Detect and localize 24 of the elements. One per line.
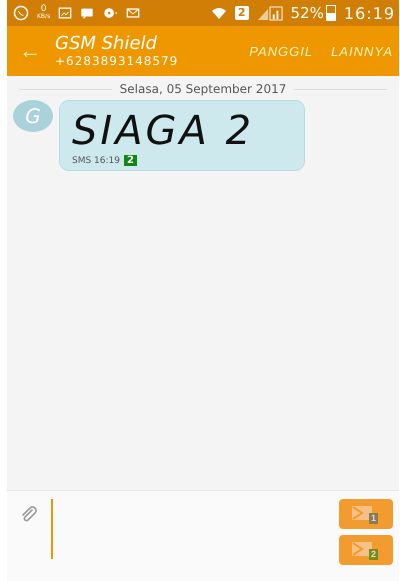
- mail-icon: [126, 6, 140, 20]
- wifi-icon: [210, 5, 227, 21]
- action-button[interactable]: LAINNYA: [325, 40, 399, 62]
- image-icon: [58, 6, 72, 20]
- battery-percent: 52%: [290, 4, 324, 22]
- back-button[interactable]: ←: [7, 38, 55, 64]
- contact-name: GSM Shield: [55, 34, 158, 54]
- clock-time: 16:19: [344, 4, 395, 22]
- send-button[interactable]: 2: [339, 535, 393, 565]
- phone-number: +6283893148579: [55, 54, 180, 68]
- sim-badge: 2: [124, 155, 137, 166]
- date-label: Selasa, 05 September 2017: [120, 82, 286, 96]
- chat-icon: [13, 5, 29, 21]
- signal-icon: [256, 6, 283, 20]
- message-text: SIAGA 2: [72, 107, 256, 155]
- sim-badge: 2: [234, 6, 249, 20]
- disc-icon: [102, 6, 118, 20]
- action-button[interactable]: PANGGIL: [243, 40, 320, 62]
- avatar: G: [13, 100, 53, 132]
- speed-value: 0: [40, 5, 46, 13]
- battery-icon: [326, 5, 336, 21]
- send-button[interactable]: 1: [339, 499, 393, 529]
- message-time: SMS 16:19: [72, 156, 120, 166]
- message-icon: [80, 6, 94, 20]
